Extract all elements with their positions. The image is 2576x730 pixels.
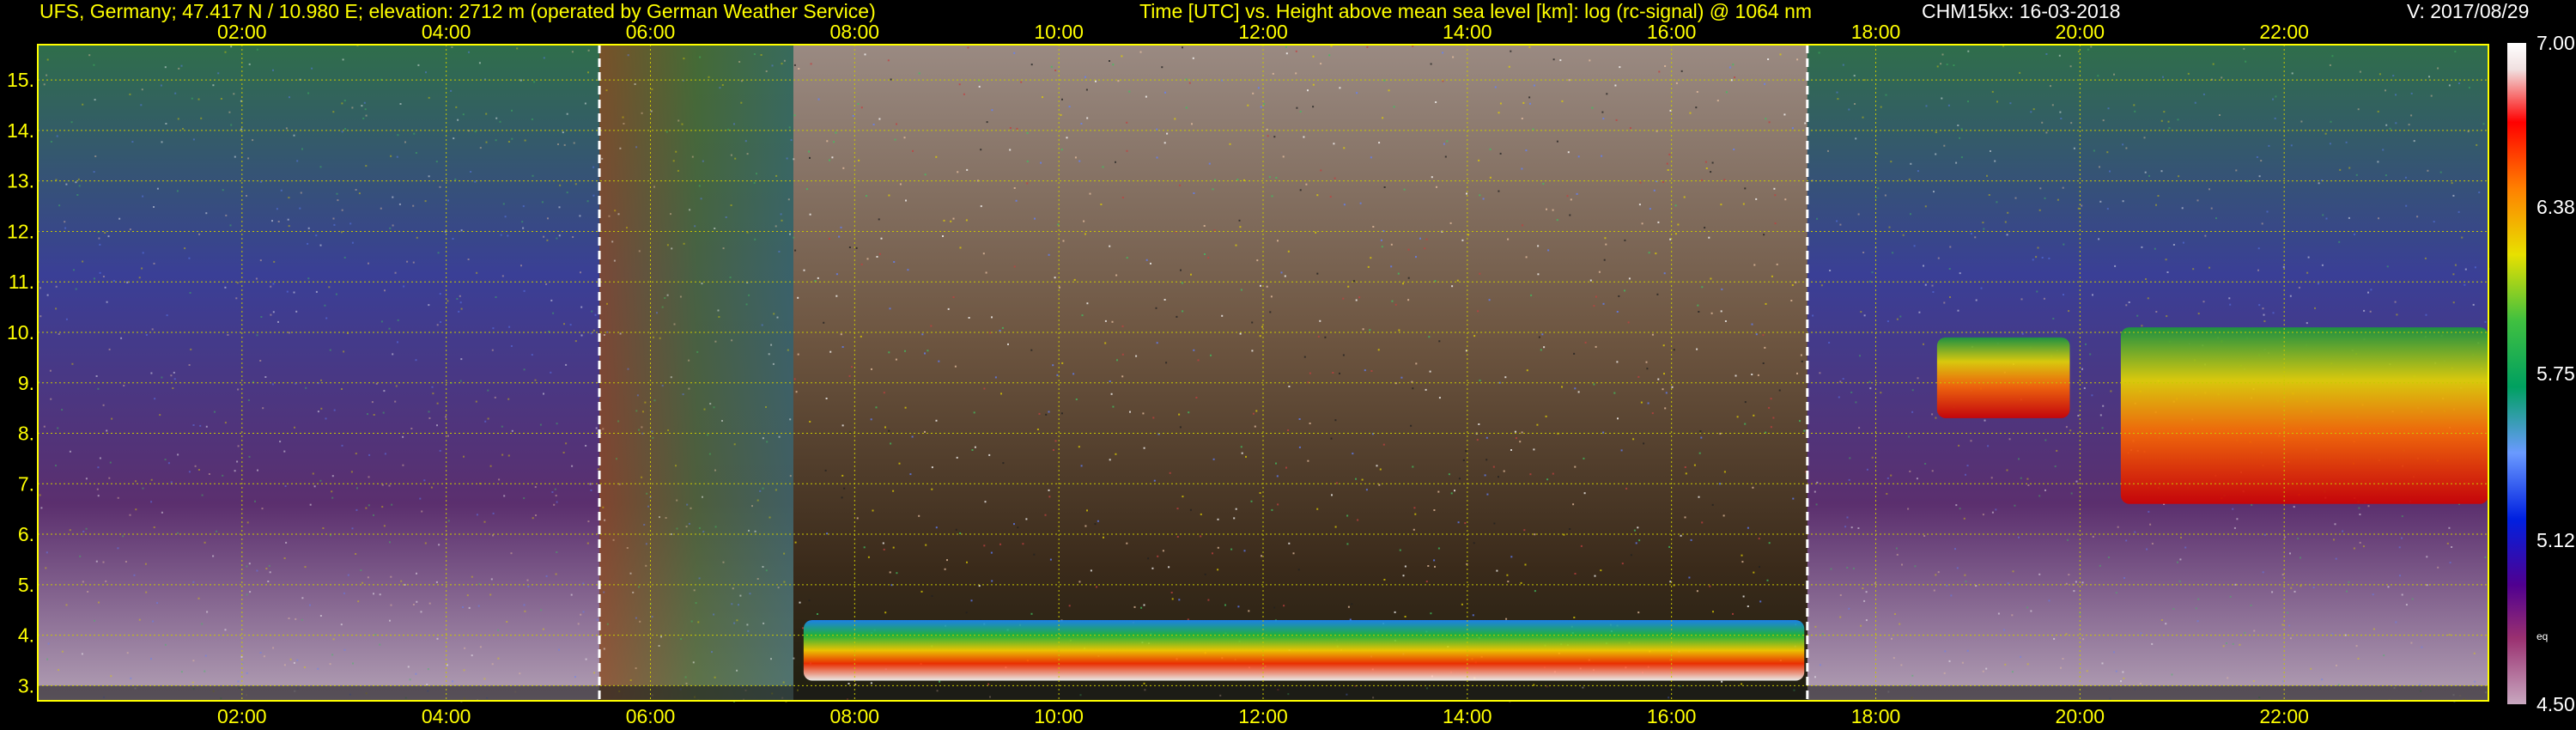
- x-tick-top-4: 10:00: [1034, 21, 1084, 43]
- x-tick-top-0: 02:00: [217, 21, 267, 43]
- x-tick-top-5: 12:00: [1238, 21, 1288, 43]
- y-tick-7: 10.: [7, 321, 34, 344]
- y-tick-4: 7.: [18, 472, 34, 495]
- x-tick-bottom-1: 04:00: [422, 705, 471, 727]
- x-tick-top-2: 06:00: [626, 21, 676, 43]
- x-tick-top-7: 16:00: [1647, 21, 1697, 43]
- y-tick-8: 11.: [9, 271, 34, 293]
- colorbar-tick-3: 5.12: [2537, 529, 2575, 551]
- x-tick-top-3: 08:00: [830, 21, 880, 43]
- colorbar-tick-4: 4.50: [2537, 693, 2575, 715]
- x-tick-bottom-5: 12:00: [1238, 705, 1288, 727]
- x-tick-top-8: 18:00: [1851, 21, 1901, 43]
- colorbar: [2507, 43, 2526, 704]
- y-tick-2: 5.: [18, 574, 34, 596]
- x-tick-bottom-0: 02:00: [217, 705, 267, 727]
- y-tick-0: 3.: [18, 674, 34, 697]
- x-tick-bottom-9: 20:00: [2056, 705, 2105, 727]
- y-tick-6: 9.: [18, 372, 34, 394]
- y-tick-3: 6.: [18, 523, 34, 545]
- x-tick-bottom-3: 08:00: [830, 705, 880, 727]
- layer-2: [2120, 327, 2488, 504]
- layer-0: [803, 619, 1805, 681]
- y-tick-10: 13.: [7, 170, 34, 192]
- x-tick-top-6: 14:00: [1443, 21, 1492, 43]
- colorbar-label: eq: [2537, 630, 2548, 642]
- y-tick-12: 15.: [7, 69, 34, 91]
- colorbar-tick-1: 6.38: [2537, 196, 2575, 218]
- daytime-noise-region: [793, 45, 1807, 701]
- x-tick-bottom-7: 16:00: [1647, 705, 1697, 727]
- x-tick-bottom-8: 18:00: [1851, 705, 1901, 727]
- layer-1: [1936, 337, 2070, 418]
- colorbar-tick-2: 5.75: [2537, 362, 2575, 385]
- x-tick-bottom-4: 10:00: [1034, 705, 1084, 727]
- x-tick-top-1: 04:00: [422, 21, 471, 43]
- x-tick-bottom-2: 06:00: [626, 705, 676, 727]
- y-tick-5: 8.: [18, 423, 34, 445]
- y-tick-1: 4.: [18, 624, 34, 647]
- lidar-backscatter-chart: 02:00 02:00 04:00 04:00 06:00 06:00 08:00 08:00…: [7, 21, 2575, 727]
- x-tick-top-10: 22:00: [2259, 21, 2309, 43]
- x-tick-bottom-10: 22:00: [2259, 705, 2309, 727]
- x-tick-bottom-6: 14:00: [1443, 705, 1492, 727]
- y-tick-11: 14.: [7, 119, 34, 142]
- y-tick-9: 12.: [7, 220, 34, 242]
- colorbar-tick-0: 7.00: [2537, 32, 2575, 54]
- x-tick-top-9: 20:00: [2056, 21, 2105, 43]
